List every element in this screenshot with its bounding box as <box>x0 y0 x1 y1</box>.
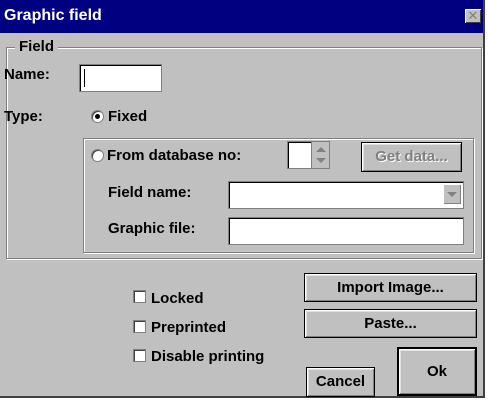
radio-fixed-label: Fixed <box>108 108 148 125</box>
field-name-select[interactable] <box>228 181 464 209</box>
ok-button[interactable]: Ok <box>397 347 477 396</box>
dropdown-button[interactable] <box>443 184 461 204</box>
name-label: Name: <box>4 66 50 83</box>
radio-selected-dot <box>95 114 100 119</box>
disable-printing-label: Disable printing <box>151 348 265 365</box>
import-image-button[interactable]: Import Image... <box>304 273 477 302</box>
close-icon[interactable]: ✕ <box>465 9 481 23</box>
preprinted-label: Preprinted <box>151 319 227 336</box>
graphic-file-input[interactable] <box>228 217 464 245</box>
chevron-down-icon <box>447 192 457 197</box>
database-number-input[interactable] <box>287 141 312 169</box>
locked-label: Locked <box>151 290 204 307</box>
graphic-file-label: Graphic file: <box>108 220 196 237</box>
window-title: Graphic field <box>4 7 102 24</box>
paste-button[interactable]: Paste... <box>304 309 477 338</box>
field-group-legend: Field <box>15 38 59 55</box>
radio-from-database[interactable] <box>91 149 104 162</box>
locked-checkbox[interactable] <box>133 290 146 303</box>
field-name-label: Field name: <box>108 184 192 201</box>
database-number-spinner[interactable] <box>311 141 330 169</box>
radio-from-database-label: From database no: <box>107 147 242 164</box>
title-bar[interactable]: Graphic field ✕ <box>0 0 483 33</box>
type-label: Type: <box>4 108 43 125</box>
graphic-field-dialog: Graphic field ✕ Field Name: Type: Fixed … <box>0 0 485 398</box>
text-caret <box>84 69 85 87</box>
name-input[interactable] <box>79 64 162 92</box>
cancel-button[interactable]: Cancel <box>306 367 375 397</box>
preprinted-checkbox[interactable] <box>133 320 146 333</box>
radio-fixed[interactable] <box>91 110 104 123</box>
spin-down-icon[interactable] <box>316 158 326 163</box>
spin-up-icon[interactable] <box>316 147 326 152</box>
get-data-button[interactable]: Get data... <box>361 142 462 172</box>
disable-printing-checkbox[interactable] <box>133 349 146 362</box>
